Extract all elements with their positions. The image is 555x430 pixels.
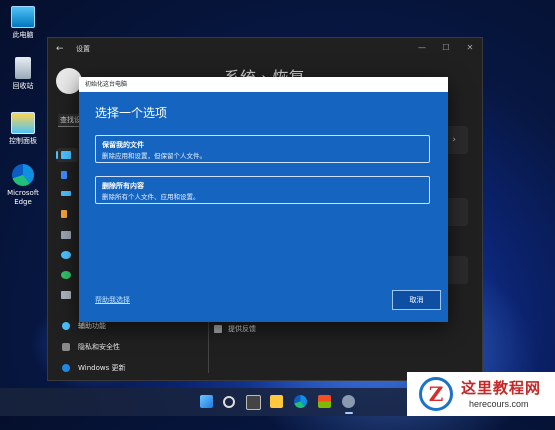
apps-icon[interactable]	[61, 231, 71, 239]
watermark-logo-letter: Z	[428, 382, 444, 406]
desktop-icon-this-pc[interactable]: 此电脑	[2, 6, 44, 40]
back-arrow-icon[interactable]: ←	[56, 44, 70, 54]
reset-pc-dialog: 初始化这台电脑 选择一个选项 保留我的文件 删除应用和设置，但保留个人文件。 删…	[79, 77, 448, 322]
option-description: 删除所有个人文件、应用和设置。	[102, 193, 200, 201]
time-language-icon[interactable]	[61, 271, 71, 279]
edge-icon	[12, 164, 34, 186]
watermark-logo: Z	[419, 377, 453, 411]
feedback-icon	[214, 325, 222, 333]
gaming-icon[interactable]	[61, 291, 71, 299]
system-icon	[61, 151, 71, 159]
nav-item-privacy[interactable]: 隐私和安全性	[62, 342, 120, 352]
desktop-icon-edge[interactable]: Microsoft Edge	[2, 164, 44, 207]
feedback-label: 提供反馈	[228, 325, 256, 333]
window-controls: — ☐ ✕	[410, 38, 482, 56]
desktop-icon-recycle-bin[interactable]: 回收站	[2, 57, 44, 91]
file-explorer-icon[interactable]	[270, 395, 283, 408]
active-app-indicator	[345, 412, 353, 414]
start-icon[interactable]	[200, 395, 213, 408]
desktop-icon-label: Microsoft Edge	[7, 189, 39, 206]
store-icon[interactable]	[318, 395, 331, 408]
this-pc-icon	[11, 6, 35, 28]
feedback-link[interactable]: 提供反馈	[214, 324, 256, 334]
dialog-heading: 选择一个选项	[95, 106, 168, 120]
help-me-choose-link[interactable]: 帮助我选择	[95, 295, 130, 305]
watermark-site-name: 这里教程网	[461, 379, 542, 397]
network-icon[interactable]	[61, 191, 71, 196]
divider	[208, 313, 209, 373]
desktop-icon-label: 回收站	[12, 82, 34, 90]
settings-title: 设置	[76, 45, 90, 53]
option-description: 删除应用和设置，但保留个人文件。	[102, 152, 206, 160]
settings-gear-icon[interactable]	[342, 395, 355, 408]
shield-icon	[62, 343, 70, 351]
nav-item-windows-update[interactable]: Windows 更新	[62, 363, 125, 373]
search-icon[interactable]	[223, 396, 235, 408]
remove-everything-option[interactable]: 删除所有内容 删除所有个人文件、应用和设置。	[95, 176, 430, 204]
desktop-icon-control-panel[interactable]: 控制面板	[2, 112, 44, 146]
bluetooth-icon[interactable]	[61, 171, 67, 179]
desktop-icon-label: 控制面板	[9, 137, 37, 145]
dialog-titlebar: 初始化这台电脑	[79, 77, 448, 92]
nav-item-accessibility[interactable]: 辅助功能	[62, 321, 106, 331]
accessibility-icon	[62, 322, 70, 330]
accounts-icon[interactable]	[61, 251, 71, 259]
desktop-icon-label: 此电脑	[12, 31, 34, 39]
personalization-icon[interactable]	[61, 210, 67, 218]
watermark-url: herecours.com	[469, 399, 529, 409]
nav-item-label: 隐私和安全性	[78, 343, 120, 351]
cancel-button[interactable]: 取消	[392, 290, 441, 310]
task-view-icon[interactable]	[246, 395, 261, 410]
chevron-right-icon: ›	[452, 135, 456, 145]
minimize-icon[interactable]: —	[410, 38, 434, 56]
option-title: 保留我的文件	[102, 141, 144, 149]
option-title: 删除所有内容	[102, 182, 144, 190]
update-icon	[62, 364, 70, 372]
close-icon[interactable]: ✕	[458, 38, 482, 56]
control-panel-icon	[11, 112, 35, 134]
nav-item-label: 辅助功能	[78, 322, 106, 330]
maximize-icon[interactable]: ☐	[434, 38, 458, 56]
keep-files-option[interactable]: 保留我的文件 删除应用和设置，但保留个人文件。	[95, 135, 430, 163]
nav-item-label: Windows 更新	[78, 364, 126, 372]
edge-icon[interactable]	[294, 395, 307, 408]
recycle-bin-icon	[15, 57, 31, 79]
watermark: Z 这里教程网 herecours.com	[407, 372, 555, 416]
